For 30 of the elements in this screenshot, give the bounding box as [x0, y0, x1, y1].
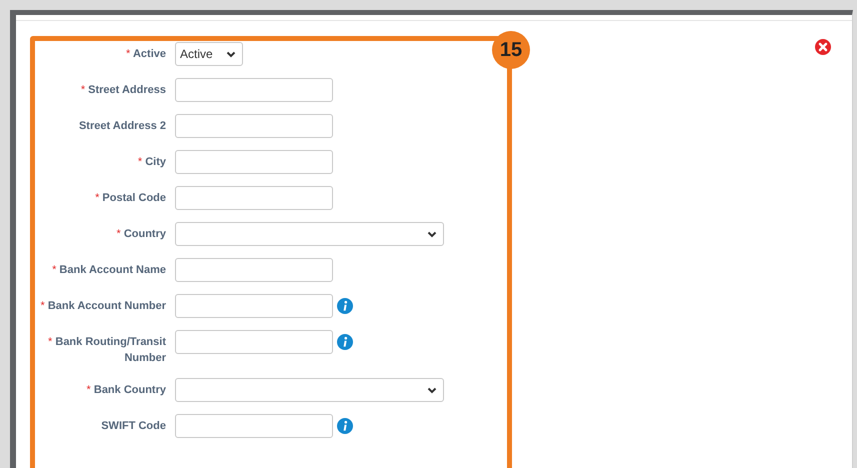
- info-icon[interactable]: [337, 334, 353, 350]
- chevron-down-icon: [427, 386, 437, 394]
- input-field[interactable]: [175, 294, 333, 318]
- field-label: * Bank Country: [86, 383, 166, 398]
- field-label: * Postal Code: [94, 191, 166, 206]
- field-label: * Country: [115, 227, 166, 242]
- select-field[interactable]: [175, 378, 444, 402]
- field-label: * City: [136, 155, 166, 170]
- input-field[interactable]: [175, 414, 333, 438]
- step-badge: 15: [492, 31, 530, 69]
- select-field[interactable]: [175, 222, 444, 246]
- field-label: * Street Address: [80, 83, 166, 98]
- select-field[interactable]: Active: [175, 42, 243, 66]
- field-label: SWIFT Code: [100, 419, 166, 434]
- field-label: * Bank Account Number: [39, 299, 166, 314]
- field-label: * Active: [125, 47, 166, 62]
- input-field[interactable]: [175, 150, 333, 174]
- input-field[interactable]: [175, 186, 333, 210]
- chevron-down-icon: [226, 50, 236, 58]
- chevron-down-icon: [427, 230, 437, 238]
- input-field[interactable]: [175, 114, 333, 138]
- input-field[interactable]: [175, 330, 333, 354]
- info-icon[interactable]: [337, 298, 353, 314]
- close-icon[interactable]: [815, 39, 831, 55]
- field-label: * Bank Routing/Transit Number: [47, 335, 166, 366]
- input-field[interactable]: [175, 258, 333, 282]
- field-label: Street Address 2: [78, 119, 166, 134]
- field-label: * Bank Account Name: [51, 263, 166, 278]
- input-field[interactable]: [175, 78, 333, 102]
- info-icon[interactable]: [337, 418, 353, 434]
